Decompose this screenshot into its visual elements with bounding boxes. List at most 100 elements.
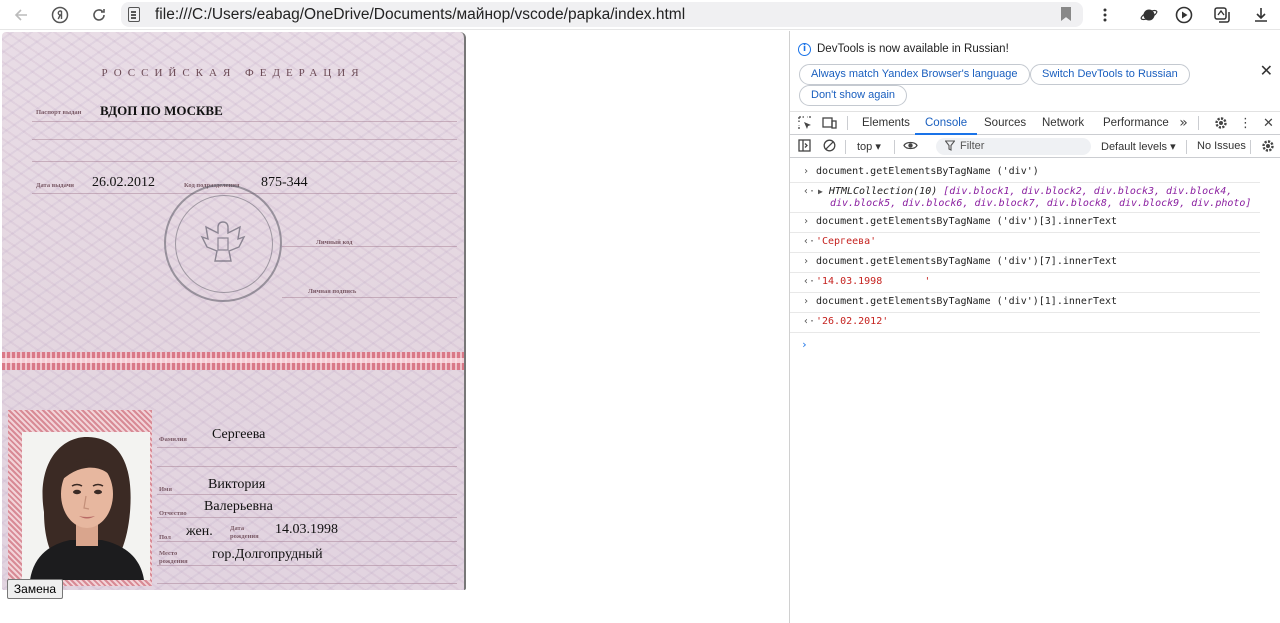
console-output-row: ‹· ▶ HTMLCollection(10) [div.block1, div…: [790, 183, 1260, 213]
official-stamp: [164, 184, 282, 302]
match-language-button[interactable]: Always match Yandex Browser's language: [799, 64, 1030, 85]
console-input-row: › document.getElementsByTagName ('div')[…: [790, 253, 1260, 273]
passport-sex: жен.: [186, 524, 213, 539]
passport-top-page: РОССИЙСКАЯ ФЕДЕРАЦИЯ Паспорт выдан ВДОП …: [2, 32, 464, 352]
passport-division-code: 875-344: [261, 175, 308, 190]
tab-network[interactable]: Network: [1042, 112, 1084, 135]
console-settings-icon[interactable]: [1260, 139, 1275, 154]
input-chevron-icon: ›: [803, 296, 810, 307]
console-result: '14.03.1998 ': [816, 276, 931, 287]
filter-funnel-icon: [944, 140, 956, 154]
input-chevron-icon: ›: [803, 166, 810, 177]
tab-console[interactable]: Console: [915, 112, 978, 135]
collections-icon[interactable]: [1211, 4, 1233, 26]
passport-patronymic: Валерьевна: [204, 499, 273, 514]
console-input-row: › document.getElementsByTagName ('div')[…: [790, 213, 1260, 233]
console-output-row: ‹· '26.02.2012': [790, 313, 1260, 333]
eagle-emblem-icon: [200, 221, 246, 262]
more-tabs-icon[interactable]: »: [1176, 116, 1191, 131]
label-personal-signature: Личная подпись: [308, 288, 357, 295]
collection-line-2: div.block5, div.block6, div.block7, div.…: [830, 198, 1252, 209]
tab-performance[interactable]: Performance: [1103, 112, 1169, 135]
label-surname: Фамилия: [159, 436, 187, 443]
settings-gear-icon[interactable]: [1213, 116, 1228, 131]
console-output-row: ‹· 'Сергеева': [790, 233, 1260, 253]
passport-name: Виктория: [208, 477, 266, 492]
console-result: '26.02.2012': [816, 316, 889, 327]
passport-issue-date: 26.02.2012: [92, 175, 155, 190]
sidebar-toggle-icon[interactable]: [797, 139, 812, 154]
log-levels-dropdown[interactable]: Default levels ▾: [1101, 140, 1176, 153]
devtools-tabs: Elements Console Sources Network Perform…: [790, 111, 1280, 135]
devtools-panel: i DevTools is now available in Russian! …: [789, 31, 1280, 623]
label-issued-by: Паспорт выдан: [36, 109, 82, 116]
label-personal-code: Личный код: [316, 239, 353, 246]
live-expression-eye-icon[interactable]: [903, 139, 918, 154]
collection-line-1: [div.block1, div.block2, div.block3, div…: [943, 186, 1233, 197]
planet-icon[interactable]: [1138, 4, 1160, 26]
back-icon[interactable]: [10, 4, 32, 26]
label-issue-date: Дата выдачи: [36, 182, 74, 189]
yandex-home-icon[interactable]: [49, 4, 71, 26]
clear-console-icon[interactable]: [822, 139, 837, 154]
info-icon: i: [798, 43, 811, 56]
file-icon: [128, 7, 140, 22]
filter-input[interactable]: Filter: [936, 138, 1091, 155]
label-birth-date: Дата рождения: [230, 525, 259, 540]
console-filter-bar: top ▾ Filter Default levels ▾ No Issues: [790, 136, 1280, 158]
address-url[interactable]: file:///C:/Users/eabag/OneDrive/Document…: [155, 6, 685, 24]
dont-show-again-button[interactable]: Don't show again: [799, 85, 908, 106]
switch-russian-button[interactable]: Switch DevTools to Russian: [1030, 64, 1190, 85]
page-content: РОССИЙСКАЯ ФЕДЕРАЦИЯ Паспорт выдан ВДОП …: [0, 31, 789, 623]
expand-triangle-icon[interactable]: ▶: [818, 187, 823, 196]
passport-country: РОССИЙСКАЯ ФЕДЕРАЦИЯ: [101, 67, 365, 79]
bookmark-icon[interactable]: [1061, 7, 1071, 21]
console-input-row: › document.getElementsByTagName ('div')[…: [790, 293, 1260, 313]
holder-photo: [22, 432, 150, 580]
context-selector[interactable]: top ▾: [857, 140, 881, 153]
console-command[interactable]: document.getElementsByTagName ('div')[7]…: [816, 256, 1117, 267]
device-toggle-icon[interactable]: [822, 116, 837, 131]
collection-prefix[interactable]: HTMLCollection(10): [829, 186, 937, 197]
output-return-icon: ‹·: [803, 186, 816, 197]
context-value: top: [857, 141, 873, 153]
banner-close-icon[interactable]: ✕: [1260, 61, 1273, 80]
console-input-row: › document.getElementsByTagName ('div'): [790, 163, 1260, 183]
address-bar[interactable]: file:///C:/Users/eabag/OneDrive/Document…: [121, 2, 1083, 27]
label-sex: Пол: [159, 534, 171, 541]
tab-sources[interactable]: Sources: [984, 112, 1026, 135]
passport-birth-place: гор.Долгопрудный: [212, 547, 323, 562]
download-icon[interactable]: [1250, 4, 1272, 26]
passport-bottom-page: Фамилия Сергеева Имя Виктория Отчество В…: [2, 370, 464, 590]
input-chevron-icon: ›: [803, 216, 810, 227]
inspect-element-icon[interactable]: [797, 116, 812, 131]
passport-issued-by: ВДОП ПО МОСКВЕ: [100, 103, 223, 118]
kebab-menu-icon[interactable]: ⋮: [1238, 116, 1253, 131]
passport-binding-stripe: [2, 352, 464, 370]
passport-image: РОССИЙСКАЯ ФЕДЕРАЦИЯ Паспорт выдан ВДОП …: [2, 32, 466, 590]
input-chevron-icon: ›: [803, 256, 810, 267]
label-patronymic: Отчество: [159, 510, 187, 517]
output-return-icon: ‹·: [803, 276, 816, 287]
more-menu-icon[interactable]: [1094, 4, 1116, 26]
console-command[interactable]: document.getElementsByTagName ('div'): [816, 166, 1039, 177]
console-command[interactable]: document.getElementsByTagName ('div')[1]…: [816, 296, 1117, 307]
passport-birth-date: 14.03.1998: [275, 522, 338, 537]
log-levels-value: Default levels: [1101, 141, 1168, 153]
close-devtools-icon[interactable]: ✕: [1261, 116, 1276, 131]
console-prompt-icon[interactable]: ›: [801, 338, 808, 351]
replace-button[interactable]: Замена: [7, 579, 63, 599]
label-birth-place: Место рождения: [159, 550, 188, 565]
output-return-icon: ‹·: [803, 316, 816, 327]
label-name: Имя: [159, 486, 172, 493]
browser-toolbar: file:///C:/Users/eabag/OneDrive/Document…: [0, 0, 1280, 30]
filter-placeholder: Filter: [960, 140, 985, 152]
reload-icon[interactable]: [88, 4, 110, 26]
woman-portrait-icon: [22, 432, 150, 580]
issues-counter[interactable]: No Issues: [1197, 140, 1246, 152]
language-banner: i DevTools is now available in Russian! …: [790, 31, 1280, 111]
tab-elements[interactable]: Elements: [862, 112, 910, 135]
console-command[interactable]: document.getElementsByTagName ('div')[3]…: [816, 216, 1117, 227]
media-play-icon[interactable]: [1173, 4, 1195, 26]
console-output: › document.getElementsByTagName ('div') …: [790, 159, 1280, 623]
